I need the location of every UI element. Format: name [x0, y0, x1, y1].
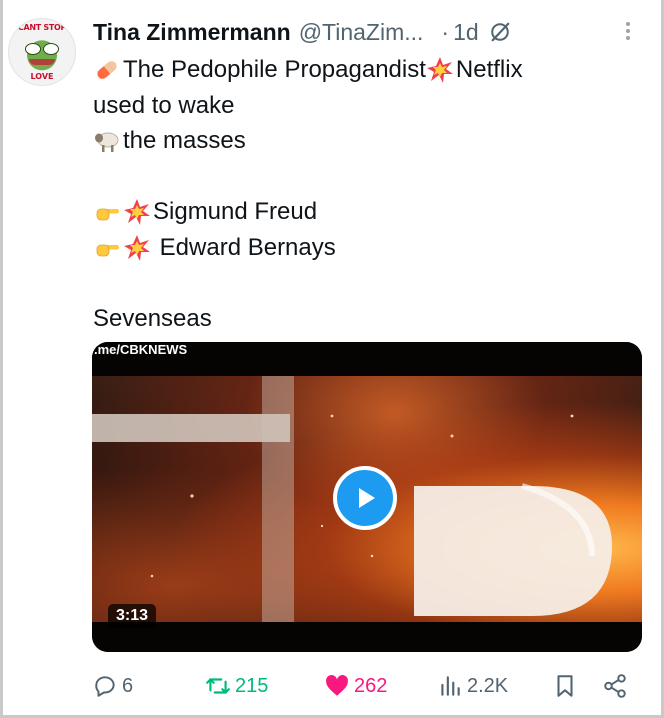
video-duration: 3:13 — [108, 604, 157, 628]
tweet-line-text: Netflix — [455, 56, 523, 83]
play-button[interactable] — [333, 466, 397, 530]
reply-count: 6 — [122, 674, 134, 697]
timestamp[interactable]: 1d — [453, 19, 479, 46]
bookmark-button[interactable] — [552, 668, 578, 704]
avatar[interactable]: CANT STOP LOVE — [8, 18, 76, 86]
grok-icon[interactable] — [489, 21, 511, 43]
tweet-line: The Pedophile Propagandist Netflix — [93, 52, 613, 88]
tweet-line-empty — [93, 266, 613, 302]
tweet-line: Sevenseas — [93, 301, 613, 337]
collision-emoji — [426, 56, 453, 83]
tweet-line: the masses — [93, 123, 613, 159]
left-border — [0, 0, 3, 718]
separator-dot: · — [441, 18, 450, 45]
tweet-line-text: the masses — [123, 127, 246, 155]
like-button[interactable]: 262 — [324, 668, 387, 704]
collision-emoji — [124, 199, 150, 226]
retweet-button[interactable]: 215 — [205, 668, 268, 704]
share-icon — [604, 674, 626, 698]
author-handle[interactable]: @TinaZim... — [299, 19, 424, 46]
pill-emoji — [97, 60, 117, 79]
retweet-count: 215 — [235, 674, 269, 697]
video-player[interactable]: .me/CBKNEWS 3:13 — [92, 342, 642, 652]
retweet-icon — [206, 678, 230, 694]
reply-button[interactable]: 6 — [92, 668, 133, 704]
author-name[interactable]: Tina Zimmermann — [93, 19, 291, 46]
heart-icon — [326, 675, 348, 696]
views-button[interactable]: 2.2K — [437, 668, 508, 704]
sheep-emoji — [95, 132, 119, 152]
tweet-actions: 6 215 262 2.2K — [92, 668, 632, 704]
tweet-line-text: The Pedophile Propagandist — [123, 56, 426, 83]
avatar-frog-eye — [43, 43, 59, 55]
tweet-line-text: used to wake — [93, 91, 235, 119]
views-icon — [441, 676, 460, 696]
views-count: 2.2K — [467, 674, 509, 697]
tweet-line-text: Sevenseas — [93, 305, 212, 333]
collision-emoji — [124, 234, 150, 261]
pointing-hand-emoji — [96, 244, 119, 257]
avatar-frog-mouth — [29, 59, 55, 65]
reply-icon — [95, 676, 115, 697]
tweet-line-empty — [93, 159, 613, 195]
tweet-line: used to wake — [93, 88, 613, 124]
tweet-line: Sigmund Freud — [93, 194, 613, 230]
avatar-top-text: CANT STOP — [17, 23, 67, 32]
video-letterbox-bottom — [92, 622, 642, 652]
like-count: 262 — [354, 674, 388, 697]
bookmark-icon — [557, 675, 573, 697]
more-options-icon[interactable] — [622, 22, 634, 46]
tweet-line-text: Edward Bernays — [153, 233, 336, 261]
share-button[interactable] — [602, 668, 628, 704]
tweet-text: The Pedophile Propagandist Netflix used … — [93, 52, 613, 337]
tweet-line: Edward Bernays — [93, 230, 613, 266]
tweet-line-text: Sigmund Freud — [153, 198, 318, 226]
avatar-frog-eye — [25, 43, 41, 55]
pointing-hand-emoji — [96, 208, 119, 221]
avatar-bottom-text: LOVE — [30, 72, 54, 81]
play-icon — [359, 488, 375, 508]
video-watermark: .me/CBKNEWS — [94, 342, 188, 357]
tweet-header: Tina Zimmermann @TinaZim... · 1d — [93, 16, 563, 48]
